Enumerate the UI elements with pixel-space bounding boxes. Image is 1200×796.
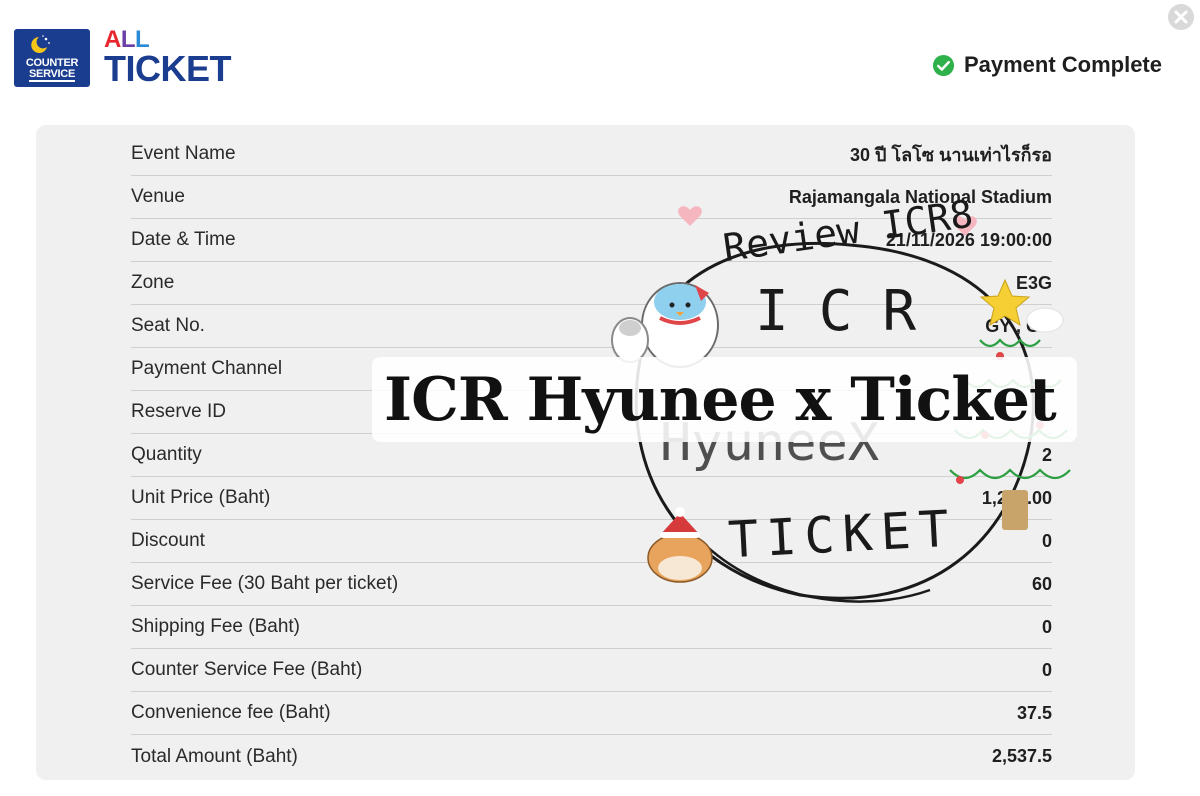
payment-status-text: Payment Complete xyxy=(963,52,1162,77)
detail-row: Service Fee (30 Baht per ticket) 60 xyxy=(131,563,1052,606)
detail-value: 2,537.5 xyxy=(991,746,1052,766)
all-ticket-brand: ALL TICKET xyxy=(104,28,232,89)
detail-value: GY , GY xyxy=(985,315,1052,336)
detail-row: Total Amount (Baht) 2,537.5 xyxy=(131,735,1052,778)
detail-value: 60 xyxy=(1031,573,1052,594)
detail-row: Venue Rajamangala National Stadium xyxy=(131,176,1052,219)
detail-label: Counter Service Fee (Baht) xyxy=(131,659,363,680)
watermark-banner: ICR Hyunee x Ticket xyxy=(384,365,1057,435)
detail-label: Unit Price (Baht) xyxy=(131,487,271,508)
check-circle-icon xyxy=(932,54,954,76)
detail-value: 21/11/2026 19:00:00 xyxy=(885,229,1052,250)
detail-value: 1,220.00 xyxy=(981,487,1052,508)
ticket-details-card: Event Name 30 ปี โลโซ นานเท่าไรก็รอ Venue R… xyxy=(36,125,1135,780)
close-button[interactable] xyxy=(1168,4,1194,30)
detail-row: Event Name 30 ปี โลโซ นานเท่าไรก็รอ xyxy=(131,133,1052,176)
detail-value: 0 xyxy=(1041,530,1052,551)
logo-line2: SERVICE xyxy=(29,68,75,82)
detail-label: Discount xyxy=(131,530,205,551)
detail-value: 37.5 xyxy=(1016,702,1052,723)
details-list: Event Name 30 ปี โลโซ นานเท่าไรก็รอ Venue R… xyxy=(131,133,1052,778)
detail-value: 30 ปี โลโซ นานเท่าไรก็รอ xyxy=(850,144,1052,165)
detail-value: Rajamangala National Stadium xyxy=(788,186,1052,207)
detail-value: 0 xyxy=(1041,659,1052,680)
detail-label: Shipping Fee (Baht) xyxy=(131,616,300,637)
payment-status: Payment Complete xyxy=(932,52,1162,78)
brand-bottom: TICKET xyxy=(104,48,232,89)
detail-row: Counter Service Fee (Baht) 0 xyxy=(131,649,1052,692)
detail-label: Date & Time xyxy=(131,229,236,250)
detail-label: Zone xyxy=(131,272,175,293)
detail-row: Discount 0 xyxy=(131,520,1052,563)
detail-value: 0 xyxy=(1041,616,1052,637)
counter-service-logo: COUNTER SERVICE xyxy=(14,29,90,87)
detail-label: Service Fee (30 Baht per ticket) xyxy=(131,573,399,594)
detail-row: Unit Price (Baht) 1,220.00 xyxy=(131,477,1052,520)
detail-row: Date & Time 21/11/2026 19:00:00 xyxy=(131,219,1052,262)
detail-value: 2 xyxy=(1041,444,1052,465)
detail-label: Payment Channel xyxy=(131,358,283,379)
detail-label: Event Name xyxy=(131,143,236,164)
close-icon xyxy=(1174,10,1188,24)
detail-label: Venue xyxy=(131,186,185,207)
detail-label: Reserve ID xyxy=(131,401,227,422)
detail-label: Seat No. xyxy=(131,315,205,336)
detail-label: Quantity xyxy=(131,444,202,465)
detail-value: E3G xyxy=(1015,272,1052,293)
detail-label: Convenience fee (Baht) xyxy=(131,702,331,723)
detail-label: Total Amount (Baht) xyxy=(131,745,298,767)
detail-row: Zone E3G xyxy=(131,262,1052,305)
detail-row: Shipping Fee (Baht) 0 xyxy=(131,606,1052,649)
moon-stars-icon xyxy=(31,35,50,53)
detail-row: Convenience fee (Baht) 37.5 xyxy=(131,692,1052,735)
detail-row: Seat No. GY , GY xyxy=(131,305,1052,348)
